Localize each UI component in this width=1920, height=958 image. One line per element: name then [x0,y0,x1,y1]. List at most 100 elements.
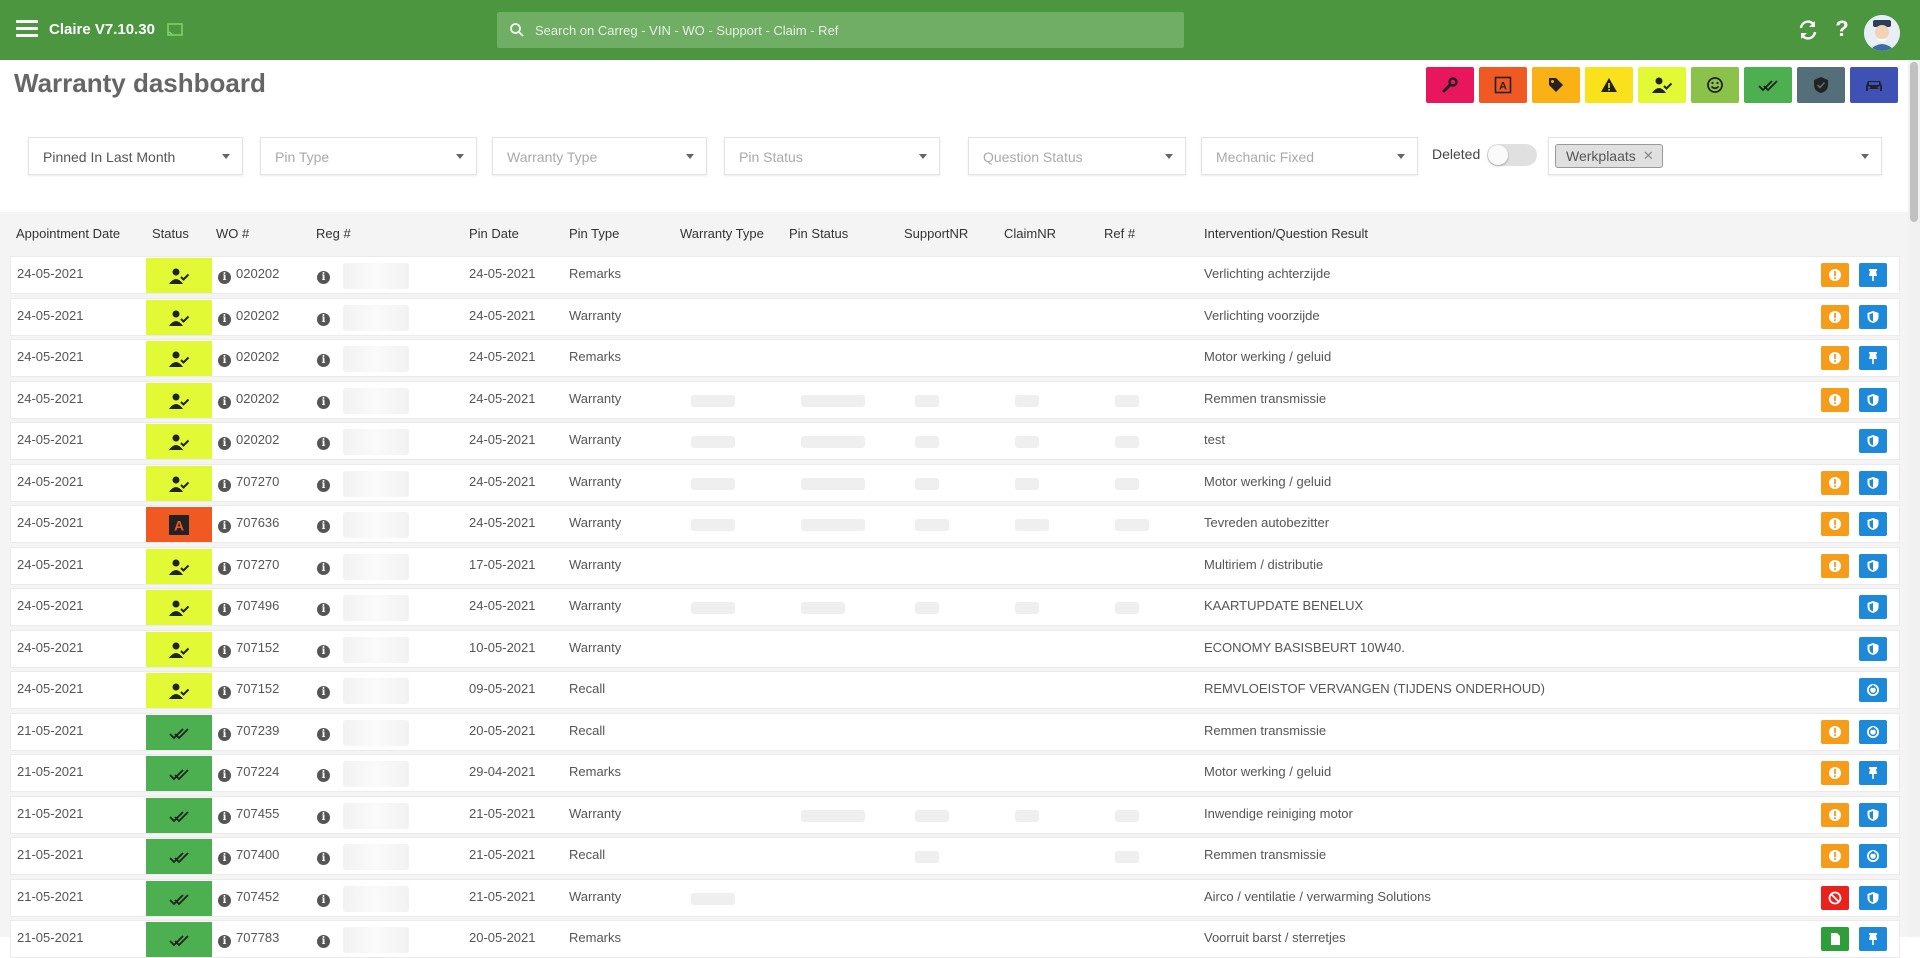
reg-info[interactable]: i [317,474,335,492]
wo-number[interactable]: i 707636 [218,515,279,533]
info-icon[interactable]: i [317,520,330,533]
table-row[interactable]: 21-05-2021 i 707239 i 20-05-2021 Recall Remmen… [10,713,1900,751]
wo-number[interactable]: i 707224 [218,764,279,782]
wo-number[interactable]: i 707455 [218,806,279,824]
info-icon[interactable]: i [317,313,330,326]
global-search[interactable] [497,12,1184,48]
reg-info[interactable]: i [317,640,335,658]
avatar[interactable] [1864,15,1900,51]
status-badge[interactable] [146,341,212,376]
info-icon[interactable]: i [317,396,330,409]
info-icon[interactable]: i [317,479,330,492]
info-icon[interactable]: i [218,686,231,699]
filter-mechanic-fixed[interactable]: Mechanic Fixed [1201,137,1418,175]
reg-info[interactable]: i [317,432,335,450]
info-icon[interactable]: i [317,811,330,824]
status-badge[interactable] [146,839,212,874]
warning-button[interactable] [1821,388,1849,412]
search-input[interactable] [533,12,1173,48]
info-icon[interactable]: i [317,686,330,699]
reg-info[interactable]: i [317,806,335,824]
quick-filter-shield[interactable] [1797,67,1845,103]
status-badge[interactable] [146,383,212,418]
table-row[interactable]: 21-05-2021 i 707452 i 21-05-2021 Warranty Airc… [10,879,1900,917]
col-pin-date[interactable]: Pin Date [469,226,519,241]
pin-button[interactable] [1859,263,1887,287]
status-badge[interactable] [146,549,212,584]
info-icon[interactable]: i [317,769,330,782]
wo-number[interactable]: i 707496 [218,598,279,616]
status-badge[interactable] [146,715,212,750]
quick-filter-warning[interactable] [1585,67,1633,103]
info-icon[interactable]: i [218,894,231,907]
warning-button[interactable] [1821,554,1849,578]
warning-button[interactable] [1821,761,1849,785]
wo-number[interactable]: i 707400 [218,847,279,865]
warning-button[interactable] [1821,844,1849,868]
col-result[interactable]: Intervention/Question Result [1204,226,1368,241]
filter-warranty-type[interactable]: Warranty Type [492,137,707,175]
info-icon[interactable]: i [317,728,330,741]
info-icon[interactable]: i [218,645,231,658]
wo-number[interactable]: i 707452 [218,889,279,907]
help-icon[interactable]: ? [1830,16,1854,41]
info-icon[interactable]: i [218,354,231,367]
status-badge[interactable] [146,798,212,833]
col-appointment-date[interactable]: Appointment Date [16,226,120,241]
info-icon[interactable]: i [218,811,231,824]
table-row[interactable]: 24-05-2021 i 707152 i 10-05-2021 Warranty ECON… [10,630,1900,668]
table-row[interactable]: 24-05-2021 i 707496 i 24-05-2021 Warranty KAAR… [10,588,1900,626]
quick-filter-smiley[interactable] [1691,67,1739,103]
pin-button[interactable] [1859,761,1887,785]
status-badge[interactable] [146,300,212,335]
filter-question-status[interactable]: Question Status [968,137,1186,175]
warranty-button[interactable] [1859,595,1887,619]
table-row[interactable]: 21-05-2021 i 707400 i 21-05-2021 Recall Remmen… [10,837,1900,875]
remove-tag-icon[interactable]: ✕ [1643,145,1654,167]
filter-pin-status[interactable]: Pin Status [724,137,940,175]
warning-button[interactable] [1821,720,1849,744]
status-badge[interactable] [146,632,212,667]
reg-info[interactable]: i [317,349,335,367]
warranty-button[interactable] [1859,554,1887,578]
warning-button[interactable] [1821,471,1849,495]
warranty-button[interactable] [1859,803,1887,827]
filter-pin-type[interactable]: Pin Type [260,137,477,175]
wo-number[interactable]: i 020202 [218,432,279,450]
reg-info[interactable]: i [317,515,335,533]
table-row[interactable]: 24-05-2021 i 707270 i 24-05-2021 Warranty Moto… [10,464,1900,502]
quick-filter-car[interactable] [1850,67,1898,103]
pin-button[interactable] [1859,927,1887,951]
table-row[interactable]: 24-05-2021 i 020202 i 24-05-2021 Warranty Remm… [10,381,1900,419]
warranty-button[interactable] [1859,637,1887,661]
quick-filter-user-check[interactable] [1638,67,1686,103]
document-button[interactable] [1821,927,1849,951]
quick-filter-double-check[interactable] [1744,67,1792,103]
recall-button[interactable] [1859,720,1887,744]
info-icon[interactable]: i [218,396,231,409]
table-row[interactable]: 24-05-2021 i 020202 i 24-05-2021 Remarks Verli… [10,256,1900,294]
wo-number[interactable]: i 707152 [218,640,279,658]
warranty-button[interactable] [1859,305,1887,329]
quick-filter-tag[interactable] [1532,67,1580,103]
scrollbar[interactable] [1908,60,1920,937]
info-icon[interactable]: i [218,271,231,284]
info-icon[interactable]: i [317,562,330,575]
blocked-button[interactable] [1821,886,1849,910]
table-row[interactable]: 21-05-2021 i 707224 i 29-04-2021 Remarks Motor… [10,754,1900,792]
status-badge[interactable] [146,673,212,708]
info-icon[interactable]: i [218,852,231,865]
table-row[interactable]: 24-05-2021 i 020202 i 24-05-2021 Warranty Verl… [10,298,1900,336]
quick-filter-wrench[interactable] [1426,67,1474,103]
warranty-button[interactable] [1859,429,1887,453]
info-icon[interactable]: i [218,437,231,450]
warning-button[interactable] [1821,346,1849,370]
col-wo[interactable]: WO # [216,226,249,241]
wo-number[interactable]: i 707239 [218,723,279,741]
reg-info[interactable]: i [317,889,335,907]
info-icon[interactable]: i [218,603,231,616]
status-badge[interactable] [146,756,212,791]
status-badge[interactable] [146,922,212,957]
col-warranty-type[interactable]: Warranty Type [680,226,764,241]
recall-button[interactable] [1859,844,1887,868]
